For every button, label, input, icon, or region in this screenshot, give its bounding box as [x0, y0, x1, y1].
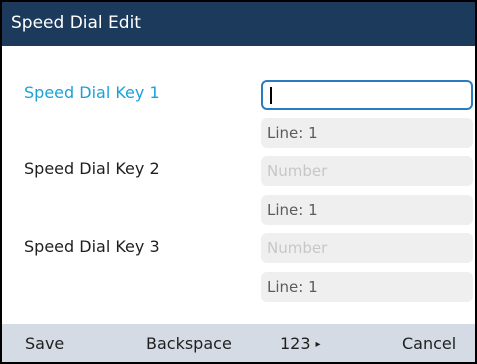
- speed-dial-key-3-label[interactable]: Speed Dial Key 3: [24, 236, 160, 258]
- backspace-softkey[interactable]: Backspace: [146, 333, 232, 355]
- play-arrow-icon: ▸: [315, 339, 321, 350]
- line-value: Line: 1: [267, 201, 318, 219]
- text-cursor: [270, 87, 272, 104]
- line-value: Line: 1: [267, 124, 318, 142]
- speed-dial-key-3-number-input[interactable]: Number: [261, 233, 473, 263]
- number-placeholder: Number: [267, 239, 328, 257]
- speed-dial-key-2-number-input[interactable]: Number: [261, 156, 473, 186]
- title-bar: Speed Dial Edit: [2, 2, 475, 46]
- speed-dial-key-1-label[interactable]: Speed Dial Key 1: [24, 82, 160, 104]
- speed-dial-key-2-line-select[interactable]: Line: 1: [261, 195, 473, 225]
- cancel-softkey[interactable]: Cancel: [402, 333, 456, 355]
- number-placeholder: Number: [267, 162, 328, 180]
- speed-dial-key-1-number-input[interactable]: [261, 80, 473, 110]
- line-value: Line: 1: [267, 278, 318, 296]
- input-mode-softkey[interactable]: 123 ▸: [280, 333, 321, 356]
- save-softkey[interactable]: Save: [25, 333, 64, 355]
- softkey-bar: Save Backspace 123 ▸ Cancel: [2, 324, 475, 362]
- screen-title: Speed Dial Edit: [11, 13, 141, 33]
- speed-dial-key-1-line-select[interactable]: Line: 1: [261, 118, 473, 148]
- speed-dial-key-3-line-select[interactable]: Line: 1: [261, 272, 473, 302]
- input-mode-label: 123: [280, 334, 311, 353]
- speed-dial-key-2-label[interactable]: Speed Dial Key 2: [24, 158, 160, 180]
- phone-screen: Speed Dial Edit Speed Dial Key 1 Line: 1…: [0, 0, 477, 364]
